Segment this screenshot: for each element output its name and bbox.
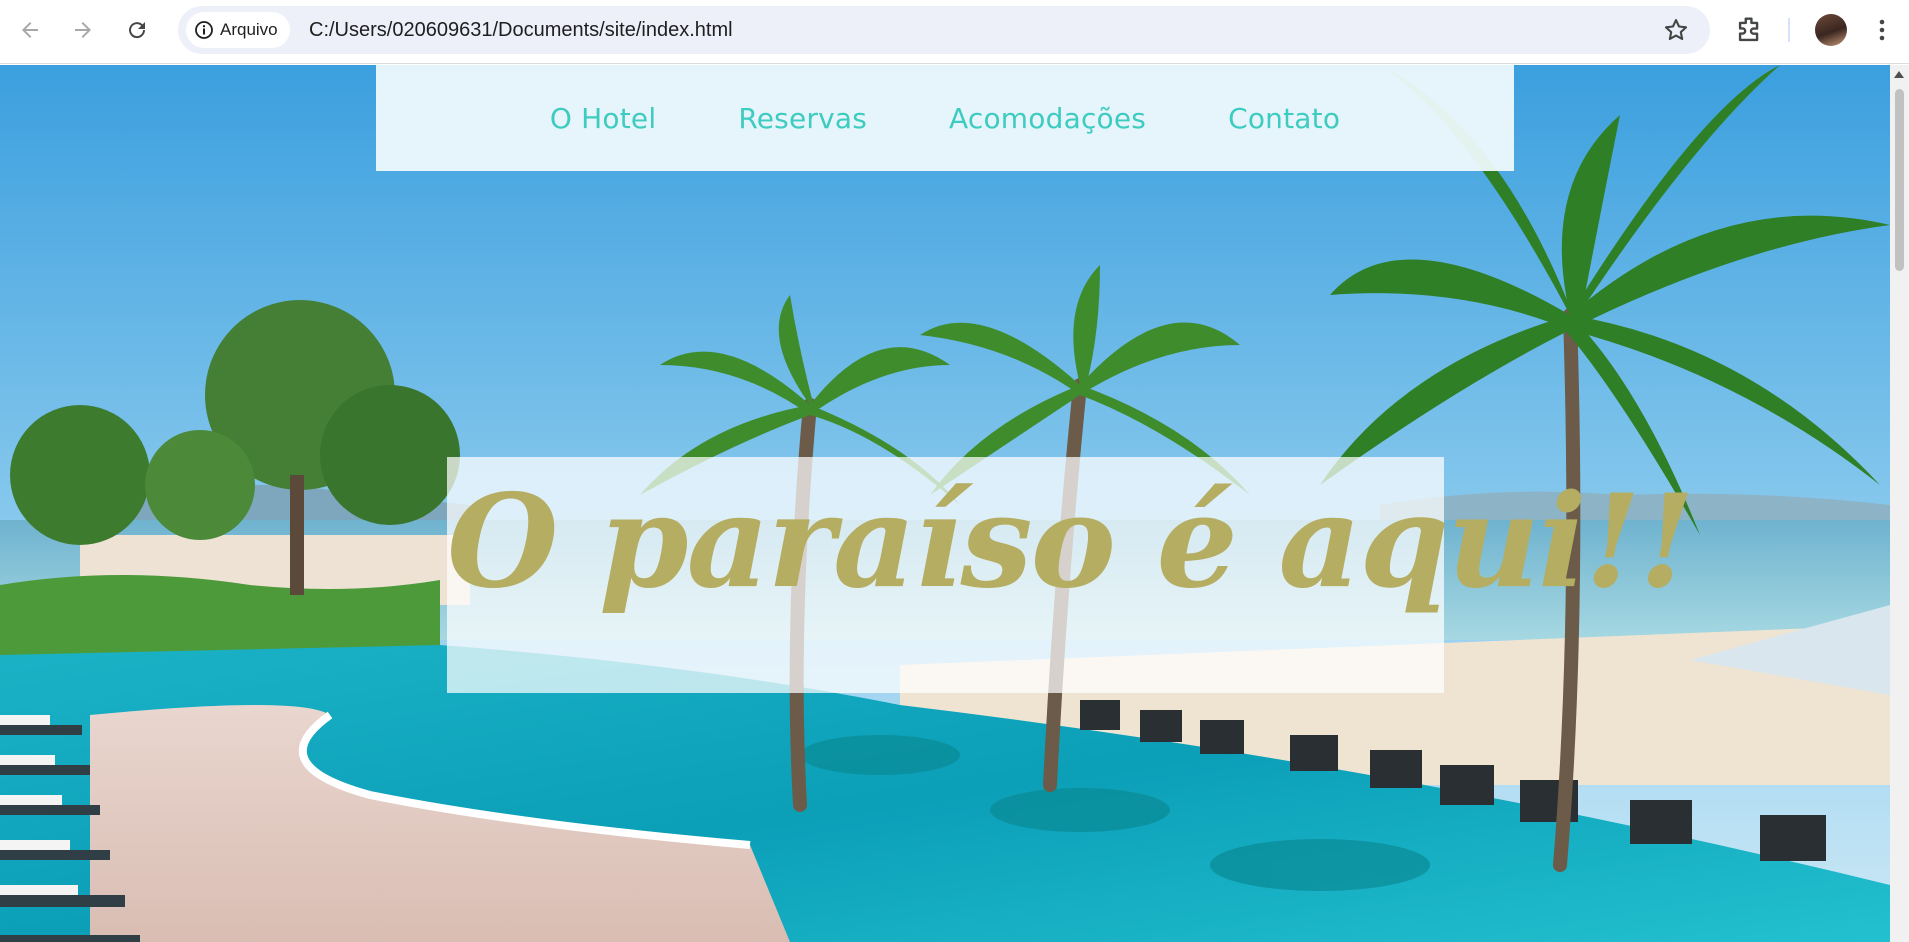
back-button[interactable]	[12, 12, 48, 48]
star-icon[interactable]	[1662, 16, 1690, 44]
nav-link-o-hotel[interactable]: O Hotel	[550, 102, 657, 135]
scrollbar-thumb[interactable]	[1895, 89, 1904, 271]
nav-link-reservas[interactable]: Reservas	[738, 102, 867, 135]
back-icon	[22, 22, 38, 38]
reload-icon	[129, 22, 146, 39]
browser-toolbar: Arquivo C:/Users/020609631/Documents/sit…	[0, 0, 1909, 64]
info-icon	[195, 21, 213, 39]
forward-button[interactable]	[65, 12, 101, 48]
forward-icon	[75, 22, 91, 38]
site-info-chip[interactable]: Arquivo	[186, 12, 290, 48]
reload-button[interactable]	[119, 12, 155, 48]
extensions-icon[interactable]	[1733, 13, 1767, 47]
hero-headline: O paraíso é aqui!!	[447, 467, 1695, 617]
kebab-menu-icon[interactable]	[1870, 14, 1894, 46]
page-viewport: O Hotel Reservas Acomodações Contato O p…	[0, 65, 1890, 942]
vertical-scrollbar[interactable]	[1890, 65, 1909, 942]
site-navigation: O Hotel Reservas Acomodações Contato	[376, 65, 1514, 171]
nav-link-acomodacoes[interactable]: Acomodações	[949, 102, 1146, 135]
nav-link-contato[interactable]: Contato	[1228, 102, 1340, 135]
url-text[interactable]: C:/Users/020609631/Documents/site/index.…	[309, 6, 733, 54]
scroll-up-arrow-icon[interactable]	[1894, 71, 1904, 78]
site-info-label: Arquivo	[220, 20, 278, 39]
profile-avatar[interactable]	[1815, 14, 1847, 46]
toolbar-divider	[1788, 18, 1790, 42]
hero-banner: O paraíso é aqui!!	[447, 457, 1695, 693]
address-bar[interactable]: Arquivo C:/Users/020609631/Documents/sit…	[178, 6, 1710, 54]
